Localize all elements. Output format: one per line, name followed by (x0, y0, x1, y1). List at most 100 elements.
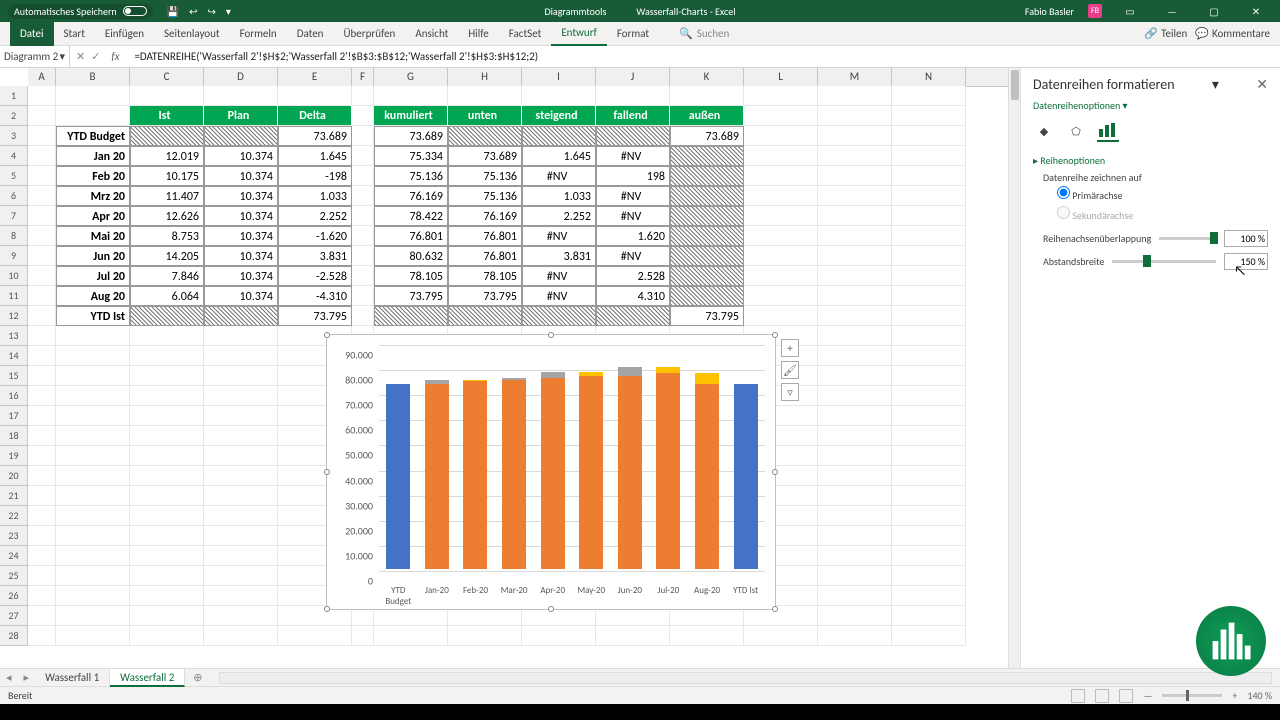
cell[interactable] (28, 586, 56, 606)
cell[interactable] (204, 606, 278, 626)
zoom-in-icon[interactable]: + (1232, 689, 1237, 702)
close-icon[interactable]: ✕ (1242, 5, 1270, 18)
cell[interactable]: #NV (596, 186, 670, 206)
cell[interactable] (352, 186, 374, 206)
cell[interactable] (744, 126, 818, 146)
cell[interactable] (28, 286, 56, 306)
cell[interactable] (892, 106, 966, 126)
cell[interactable] (28, 526, 56, 546)
page-layout-view-icon[interactable] (1095, 689, 1109, 703)
cell[interactable]: 2.252 (522, 206, 596, 226)
cell[interactable] (596, 86, 670, 106)
col-header[interactable]: F (352, 68, 374, 86)
cell[interactable] (56, 406, 130, 426)
col-header[interactable]: A (28, 68, 56, 86)
cell[interactable] (892, 586, 966, 606)
cell[interactable]: -4.310 (278, 286, 352, 306)
cell[interactable] (818, 266, 892, 286)
cell[interactable] (28, 506, 56, 526)
primary-axis-radio[interactable]: Primärachse (1043, 184, 1268, 204)
cell[interactable] (596, 126, 670, 146)
cell[interactable] (130, 626, 204, 646)
cell[interactable] (28, 546, 56, 566)
cell[interactable] (892, 626, 966, 646)
cell[interactable] (892, 386, 966, 406)
cell[interactable]: fallend (596, 106, 670, 126)
row-header[interactable]: 13 (0, 326, 28, 346)
col-header[interactable]: J (596, 68, 670, 86)
cell[interactable] (892, 406, 966, 426)
cell[interactable] (28, 386, 56, 406)
cell[interactable] (596, 626, 670, 646)
cell[interactable] (892, 606, 966, 626)
cell[interactable]: kumuliert (374, 106, 448, 126)
search-box[interactable]: 🔍 Suchen (679, 27, 729, 40)
cell[interactable] (56, 106, 130, 126)
cell[interactable] (522, 86, 596, 106)
cell[interactable] (744, 246, 818, 266)
cell[interactable]: YTD Ist (56, 306, 130, 326)
cell[interactable] (56, 586, 130, 606)
col-header[interactable]: B (56, 68, 130, 86)
cell[interactable]: 4.310 (596, 286, 670, 306)
bar-segment[interactable] (541, 372, 565, 378)
cell[interactable]: #NV (596, 206, 670, 226)
cell[interactable] (670, 226, 744, 246)
cell[interactable]: #NV (522, 286, 596, 306)
cell[interactable]: YTD Budget (56, 126, 130, 146)
cell[interactable]: 73.689 (374, 126, 448, 146)
cell[interactable]: 78.105 (374, 266, 448, 286)
cell[interactable] (892, 286, 966, 306)
cell[interactable]: 2.252 (278, 206, 352, 226)
cell[interactable] (522, 126, 596, 146)
cell[interactable] (892, 126, 966, 146)
col-header[interactable]: K (670, 68, 744, 86)
chart-style-button[interactable]: 🖌 (781, 361, 799, 379)
cell[interactable] (56, 426, 130, 446)
ribbon-tab-überprüfen[interactable]: Überprüfen (333, 22, 405, 46)
ribbon-tab-entwurf[interactable]: Entwurf (551, 22, 607, 46)
series-options-header[interactable]: ▸ Reihenoptionen (1033, 154, 1268, 167)
cell[interactable] (448, 306, 522, 326)
pane-dropdown[interactable]: Datenreihenoptionen ▾ (1033, 99, 1268, 112)
cell[interactable] (56, 86, 130, 106)
cell[interactable]: 8.753 (130, 226, 204, 246)
cell[interactable]: Mai 20 (56, 226, 130, 246)
row-header[interactable]: 16 (0, 386, 28, 406)
series-options-icon[interactable] (1097, 120, 1119, 142)
cell[interactable] (56, 526, 130, 546)
cell[interactable] (818, 226, 892, 246)
qat-dropdown-icon[interactable]: ▾ (226, 5, 231, 18)
cell[interactable]: 10.374 (204, 246, 278, 266)
cell[interactable] (818, 286, 892, 306)
tab-nav-prev[interactable]: ◂ (0, 671, 18, 684)
cell[interactable]: Jan 20 (56, 146, 130, 166)
cell[interactable] (818, 126, 892, 146)
cell[interactable]: #NV (522, 166, 596, 186)
col-header[interactable]: E (278, 68, 352, 86)
cell[interactable] (670, 166, 744, 186)
cell[interactable] (818, 346, 892, 366)
user-name[interactable]: Fabio Basler (1025, 5, 1074, 18)
cell[interactable] (28, 246, 56, 266)
col-header[interactable]: C (130, 68, 204, 86)
page-break-view-icon[interactable] (1119, 689, 1133, 703)
cell[interactable]: 10.175 (130, 166, 204, 186)
cell[interactable] (744, 166, 818, 186)
cell[interactable] (28, 366, 56, 386)
cell[interactable]: 10.374 (204, 166, 278, 186)
cell[interactable]: 3.831 (278, 246, 352, 266)
ribbon-display-icon[interactable]: ▭ (1116, 5, 1144, 18)
cell[interactable] (130, 366, 204, 386)
cell[interactable] (818, 306, 892, 326)
cell[interactable] (28, 106, 56, 126)
cell[interactable] (130, 546, 204, 566)
fx-icon[interactable]: fx (106, 50, 124, 63)
cell[interactable] (818, 186, 892, 206)
cell[interactable] (130, 606, 204, 626)
cell[interactable]: 198 (596, 166, 670, 186)
autosave-toggle[interactable]: Automatisches Speichern (8, 4, 153, 19)
bar-segment[interactable] (579, 376, 603, 569)
bar-segment[interactable] (695, 384, 719, 569)
horizontal-scrollbar[interactable] (219, 672, 1273, 684)
